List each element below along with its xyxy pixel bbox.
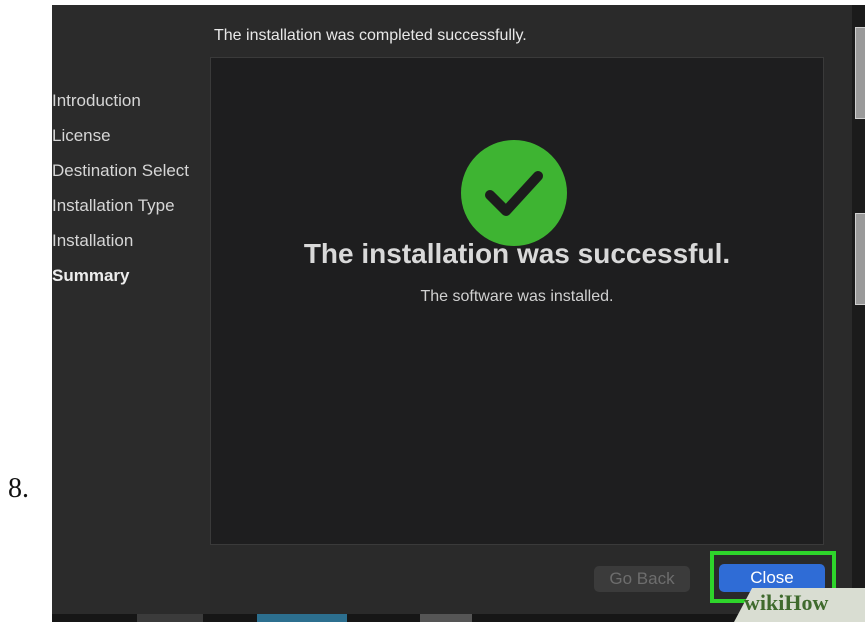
sidebar-item-summary[interactable]: Summary <box>52 266 210 286</box>
thumbnail <box>855 213 865 305</box>
sidebar-item-destination-select[interactable]: Destination Select <box>52 161 210 181</box>
sidebar-item-license[interactable]: License <box>52 126 210 146</box>
content-panel: The installation was successful. The sof… <box>210 57 824 545</box>
header-message: The installation was completed successfu… <box>214 27 527 44</box>
installer-window: Introduction License Destination Select … <box>52 5 865 622</box>
sidebar: Introduction License Destination Select … <box>52 5 210 615</box>
go-back-button[interactable]: Go Back <box>594 566 690 592</box>
thumbnail <box>855 27 865 119</box>
checkmark-circle-icon <box>461 140 567 246</box>
sidebar-item-installation[interactable]: Installation <box>52 231 210 251</box>
step-number: 8. <box>8 473 29 504</box>
sidebar-item-introduction[interactable]: Introduction <box>52 91 210 111</box>
success-title: The installation was successful. <box>303 238 731 269</box>
success-subtitle: The software was installed. <box>420 288 614 305</box>
watermark-text: wikiHow <box>744 590 829 615</box>
dock-item <box>137 614 203 622</box>
dock-item <box>257 614 347 622</box>
sidebar-item-installation-type[interactable]: Installation Type <box>52 196 210 216</box>
dock-item <box>420 614 472 622</box>
